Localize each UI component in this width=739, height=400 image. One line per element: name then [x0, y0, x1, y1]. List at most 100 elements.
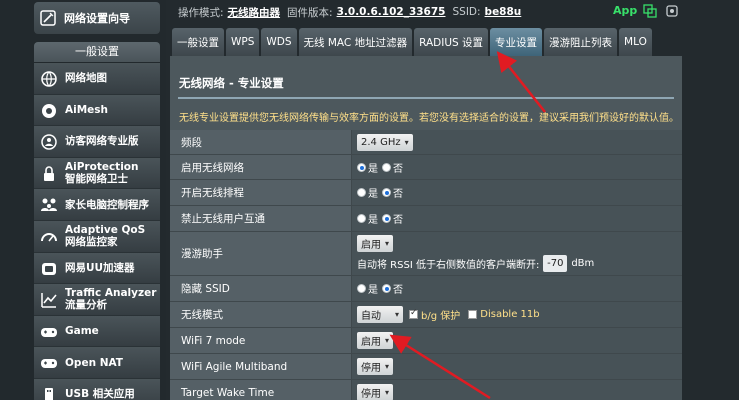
hide-ssid-no[interactable]: 否: [382, 281, 403, 296]
tab-radius[interactable]: RADIUS 设置: [414, 28, 489, 56]
app-link[interactable]: App: [613, 4, 637, 17]
general-settings-header: 一般设置: [34, 42, 160, 62]
ssid-link[interactable]: be88u: [485, 6, 522, 18]
roaming-description: 自动将 RSSI 低于右侧数值的客户端断开:: [357, 260, 540, 271]
gamepad-nat-icon: [41, 359, 57, 369]
settings-table: 频段 2.4 GHz ▾ 启用无线网络 是 否 开启无线排程 是 否 禁止无线用户…: [170, 130, 682, 400]
sidebar-item-label: Traffic Analyzer: [65, 287, 157, 300]
wireless-mode-label: 无线模式: [170, 302, 352, 327]
firmware-version-link[interactable]: 3.0.0.6.102_33675: [337, 6, 446, 18]
row-enable-radio: 启用无线网络 是 否: [170, 155, 682, 180]
sidebar-item-uu-accelerator[interactable]: 网易UU加速器: [34, 252, 160, 285]
disable-11b-checkbox[interactable]: [468, 310, 478, 319]
sidebar-item-guest-network[interactable]: 访客网络专业版: [34, 126, 160, 158]
wireless-tabs: 一般设置 WPS WDS 无线 MAC 地址过滤器 RADIUS 设置 专业设置…: [172, 28, 652, 56]
sidebar-item-label: Adaptive QoS: [65, 224, 146, 237]
tab-general[interactable]: 一般设置: [172, 28, 224, 56]
wifi7-select[interactable]: 启用 ▾: [357, 332, 394, 349]
network-status-icon[interactable]: [643, 4, 657, 18]
sidebar: 网络设置向导 一般设置 网络地图 AiMesh 访客网络专业版 AiProtec…: [0, 0, 166, 400]
agile-select[interactable]: 停用 ▾: [357, 358, 394, 375]
row-wireless-mode: 无线模式 自动▾ b/g 保护 Disable 11b: [170, 302, 682, 328]
tab-professional[interactable]: 专业设置: [490, 28, 543, 56]
status-bar: 操作模式: 无线路由器 固件版本: 3.0.0.6.102_33675 SSID…: [166, 0, 739, 24]
ap-isolation-yes[interactable]: 是: [357, 211, 378, 226]
qos-icon: [41, 232, 57, 242]
sidebar-item-usb[interactable]: USB 相关应用: [34, 378, 160, 400]
sidebar-menu: 网络地图 AiMesh 访客网络专业版 AiProtection 智能网络卫士 家…: [34, 63, 160, 400]
sidebar-item-label: USB 相关应用: [65, 388, 135, 400]
tab-roaming-block[interactable]: 漫游阻止列表: [544, 28, 618, 56]
sidebar-item-label: 家长电脑控制程序: [65, 198, 149, 211]
sidebar-item-aiprotection[interactable]: AiProtection 智能网络卫士: [34, 157, 160, 190]
sidebar-item-game[interactable]: Game: [34, 315, 160, 348]
enable-schedule-yes[interactable]: 是: [357, 185, 378, 200]
enable-radio-label: 启用无线网络: [170, 155, 352, 179]
usb-icon: [45, 387, 53, 400]
firmware-label: 固件版本:: [287, 6, 333, 19]
enable-radio-no[interactable]: 否: [382, 160, 403, 175]
hide-ssid-yes[interactable]: 是: [357, 281, 378, 296]
tab-mac-filter[interactable]: 无线 MAC 地址过滤器: [298, 28, 413, 56]
row-target-wake-time: Target Wake Time 停用 ▾: [170, 380, 682, 400]
wireless-mode-select[interactable]: 自动 ▾: [357, 306, 404, 323]
twt-select[interactable]: 停用 ▾: [357, 384, 394, 400]
tab-wds[interactable]: WDS: [261, 28, 297, 56]
sidebar-item-adaptive-qos[interactable]: Adaptive QoS 网络监控家: [34, 220, 160, 253]
chevron-down-icon: ▾: [404, 137, 409, 147]
sidebar-item-parental-control[interactable]: 家长电脑控制程序: [34, 189, 160, 221]
rssi-input[interactable]: -70: [543, 255, 568, 272]
gamepad-icon: [41, 327, 57, 337]
band-label: 频段: [170, 130, 352, 154]
sidebar-item-open-nat[interactable]: Open NAT: [34, 347, 160, 379]
ap-isolation-label: 禁止无线用户互通: [170, 206, 352, 231]
chevron-down-icon: ▾: [395, 310, 400, 319]
quick-setup-button[interactable]: 网络设置向导: [34, 2, 160, 34]
sidebar-item-sublabel: 网络监控家: [65, 236, 118, 249]
sidebar-item-traffic-analyzer[interactable]: Traffic Analyzer 流量分析: [34, 284, 160, 316]
family-icon: [41, 198, 57, 212]
operation-mode-label: 操作模式:: [178, 6, 224, 19]
sidebar-item-label: Game: [65, 325, 99, 338]
row-ap-isolation: 禁止无线用户互通 是 否: [170, 206, 682, 232]
enable-radio-yes[interactable]: 是: [357, 160, 378, 175]
sidebar-item-network-map[interactable]: 网络地图: [34, 63, 160, 95]
tab-wps[interactable]: WPS: [226, 28, 260, 56]
band-select[interactable]: 2.4 GHz ▾: [357, 133, 413, 151]
disable-11b-label: Disable 11b: [480, 309, 540, 320]
hide-ssid-label: 隐藏 SSID: [170, 276, 352, 301]
page-description: 无线专业设置提供您无线网络传输与效率方面的设置。若您没有选择适合的设置，建议采用…: [179, 113, 679, 124]
bg-protection-checkbox[interactable]: [409, 308, 419, 319]
sidebar-item-label: AiMesh: [65, 103, 109, 116]
sidebar-item-aimesh[interactable]: AiMesh: [34, 94, 160, 127]
sidebar-item-label: 网络地图: [65, 72, 107, 85]
rssi-unit: dBm: [571, 258, 595, 269]
row-agile-multiband: WiFi Agile Multiband 停用 ▾: [170, 354, 682, 380]
usb-status-icon[interactable]: [665, 4, 679, 18]
uu-accelerator-icon: [42, 262, 56, 275]
sidebar-item-label: 网易UU加速器: [65, 261, 135, 274]
chevron-down-icon: ▾: [385, 388, 390, 397]
twt-label: Target Wake Time: [170, 380, 352, 400]
agile-label: WiFi Agile Multiband: [170, 354, 352, 379]
operation-mode-link[interactable]: 无线路由器: [228, 5, 281, 20]
sidebar-item-sublabel: 流量分析: [65, 299, 107, 312]
row-wifi7-mode: WiFi 7 mode 启用 ▾: [170, 328, 682, 354]
roaming-label: 漫游助手: [170, 232, 352, 275]
quick-setup-label: 网络设置向导: [64, 12, 130, 25]
sidebar-item-label: 访客网络专业版: [65, 135, 139, 148]
bg-protection-label: b/g 保护: [421, 311, 461, 322]
row-roaming-assistant: 漫游助手 启用 ▾ 自动将 RSSI 低于右侧数值的客户端断开: -70 dBm: [170, 232, 682, 276]
tab-mlo[interactable]: MLO: [619, 28, 652, 56]
enable-schedule-no[interactable]: 否: [382, 185, 403, 200]
mesh-icon: [42, 103, 56, 118]
roaming-select[interactable]: 启用 ▾: [357, 235, 394, 252]
title-divider: [178, 97, 674, 99]
chevron-down-icon: ▾: [385, 336, 390, 345]
ap-isolation-no[interactable]: 否: [382, 211, 403, 226]
chart-icon: [41, 293, 57, 308]
sidebar-item-label: Open NAT: [65, 356, 123, 369]
sidebar-item-sublabel: 智能网络卫士: [65, 173, 128, 186]
lock-icon: [44, 166, 54, 181]
guest-network-icon: [41, 134, 57, 150]
